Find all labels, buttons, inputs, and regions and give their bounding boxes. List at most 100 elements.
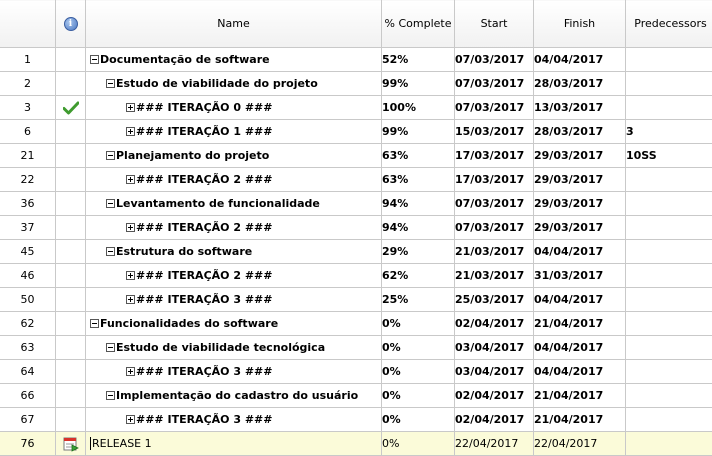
task-id[interactable]: 2: [0, 72, 56, 96]
task-row[interactable]: 67### ITERAÇÃO 3 ###0%02/04/201721/04/20…: [0, 408, 712, 432]
task-finish[interactable]: 21/04/2017: [534, 312, 626, 336]
collapse-icon[interactable]: [106, 199, 115, 208]
task-id[interactable]: 62: [0, 312, 56, 336]
task-name-cell[interactable]: Estudo de viabilidade do projeto: [86, 72, 382, 96]
task-start[interactable]: 03/04/2017: [455, 360, 534, 384]
collapse-icon[interactable]: [106, 151, 115, 160]
task-name-cell[interactable]: Estudo de viabilidade tecnológica: [86, 336, 382, 360]
task-finish[interactable]: 04/04/2017: [534, 48, 626, 72]
task-predecessors[interactable]: [626, 312, 712, 336]
task-start[interactable]: 15/03/2017: [455, 120, 534, 144]
task-complete[interactable]: 0%: [382, 432, 455, 456]
task-predecessors[interactable]: 10SS: [626, 144, 712, 168]
task-id[interactable]: 50: [0, 288, 56, 312]
task-start[interactable]: 03/04/2017: [455, 336, 534, 360]
task-row[interactable]: 62Funcionalidades do software0%02/04/201…: [0, 312, 712, 336]
task-row[interactable]: 21Planejamento do projeto63%17/03/201729…: [0, 144, 712, 168]
task-row[interactable]: 63 Estudo de viabilidade tecnológica0%03/…: [0, 336, 712, 360]
task-finish[interactable]: 29/03/2017: [534, 144, 626, 168]
collapse-icon[interactable]: [106, 391, 115, 400]
task-id[interactable]: 66: [0, 384, 56, 408]
task-row[interactable]: 76RELEASE 10%22/04/201722/04/2017: [0, 432, 712, 456]
collapse-icon[interactable]: [106, 247, 115, 256]
task-finish[interactable]: 21/04/2017: [534, 408, 626, 432]
task-row[interactable]: 36Levantamento de funcionalidade94%07/03…: [0, 192, 712, 216]
collapse-icon[interactable]: [106, 79, 115, 88]
task-predecessors[interactable]: [626, 288, 712, 312]
task-name-cell[interactable]: Implementação do cadastro do usuário: [86, 384, 382, 408]
task-row[interactable]: 2Estudo de viabilidade do projeto99%07/0…: [0, 72, 712, 96]
task-predecessors[interactable]: [626, 264, 712, 288]
task-predecessors[interactable]: [626, 72, 712, 96]
task-start[interactable]: 02/04/2017: [455, 312, 534, 336]
task-start[interactable]: 07/03/2017: [455, 72, 534, 96]
task-row[interactable]: 66 Implementação do cadastro do usuário0%…: [0, 384, 712, 408]
task-finish[interactable]: 21/04/2017: [534, 384, 626, 408]
task-start[interactable]: 21/03/2017: [455, 240, 534, 264]
task-name-cell[interactable]: ### ITERAÇÃO 3 ###: [86, 408, 382, 432]
task-complete[interactable]: 0%: [382, 336, 455, 360]
task-row[interactable]: 46### ITERAÇÃO 2 ###62%21/03/201731/03/2…: [0, 264, 712, 288]
task-start[interactable]: 17/03/2017: [455, 144, 534, 168]
task-name-cell[interactable]: ### ITERAÇÃO 3 ###: [86, 288, 382, 312]
task-complete[interactable]: 99%: [382, 120, 455, 144]
collapse-icon[interactable]: [90, 55, 99, 64]
task-complete[interactable]: 100%: [382, 96, 455, 120]
task-start[interactable]: 22/04/2017: [455, 432, 534, 456]
task-predecessors[interactable]: [626, 216, 712, 240]
task-name-cell[interactable]: ### ITERAÇÃO 1 ###: [86, 120, 382, 144]
collapse-icon[interactable]: [106, 343, 115, 352]
task-predecessors[interactable]: [626, 360, 712, 384]
task-predecessors[interactable]: [626, 336, 712, 360]
header-predecessors[interactable]: Predecessors: [626, 0, 712, 48]
task-name-cell[interactable]: ### ITERAÇÃO 0 ###: [86, 96, 382, 120]
task-predecessors[interactable]: [626, 192, 712, 216]
task-row[interactable]: 50### ITERAÇÃO 3 ###25%25/03/201704/04/2…: [0, 288, 712, 312]
task-start[interactable]: 02/04/2017: [455, 408, 534, 432]
task-start[interactable]: 25/03/2017: [455, 288, 534, 312]
expand-icon[interactable]: [126, 127, 135, 136]
task-complete[interactable]: 52%: [382, 48, 455, 72]
expand-icon[interactable]: [126, 103, 135, 112]
header-id[interactable]: [0, 0, 56, 48]
task-name-cell[interactable]: ### ITERAÇÃO 2 ###: [86, 168, 382, 192]
expand-icon[interactable]: [126, 175, 135, 184]
expand-icon[interactable]: [126, 271, 135, 280]
task-finish[interactable]: 04/04/2017: [534, 360, 626, 384]
task-name-cell[interactable]: RELEASE 1: [86, 432, 382, 456]
task-finish[interactable]: 22/04/2017: [534, 432, 626, 456]
task-id[interactable]: 63: [0, 336, 56, 360]
task-predecessors[interactable]: [626, 168, 712, 192]
task-start[interactable]: 07/03/2017: [455, 192, 534, 216]
task-name-cell[interactable]: Levantamento de funcionalidade: [86, 192, 382, 216]
header-finish[interactable]: Finish: [534, 0, 626, 48]
task-id[interactable]: 64: [0, 360, 56, 384]
task-finish[interactable]: 04/04/2017: [534, 240, 626, 264]
expand-icon[interactable]: [126, 415, 135, 424]
task-start[interactable]: 17/03/2017: [455, 168, 534, 192]
task-complete[interactable]: 62%: [382, 264, 455, 288]
task-complete[interactable]: 0%: [382, 384, 455, 408]
task-finish[interactable]: 28/03/2017: [534, 120, 626, 144]
task-row[interactable]: 3### ITERAÇÃO 0 ###100%07/03/201713/03/2…: [0, 96, 712, 120]
task-predecessors[interactable]: [626, 240, 712, 264]
task-name-cell[interactable]: ### ITERAÇÃO 2 ###: [86, 264, 382, 288]
task-predecessors[interactable]: [626, 48, 712, 72]
task-complete[interactable]: 63%: [382, 168, 455, 192]
task-id[interactable]: 21: [0, 144, 56, 168]
task-finish[interactable]: 29/03/2017: [534, 216, 626, 240]
task-id[interactable]: 36: [0, 192, 56, 216]
task-row[interactable]: 1Documentação de software52%07/03/201704…: [0, 48, 712, 72]
task-finish[interactable]: 29/03/2017: [534, 168, 626, 192]
task-complete[interactable]: 29%: [382, 240, 455, 264]
task-id[interactable]: 76: [0, 432, 56, 456]
task-row[interactable]: 22### ITERAÇÃO 2 ###63%17/03/201729/03/2…: [0, 168, 712, 192]
header-indicators[interactable]: i: [56, 0, 86, 48]
task-name-cell[interactable]: Funcionalidades do software: [86, 312, 382, 336]
task-finish[interactable]: 29/03/2017: [534, 192, 626, 216]
task-start[interactable]: 21/03/2017: [455, 264, 534, 288]
task-predecessors[interactable]: 3: [626, 120, 712, 144]
task-id[interactable]: 67: [0, 408, 56, 432]
header-name[interactable]: Name: [86, 0, 382, 48]
task-predecessors[interactable]: [626, 96, 712, 120]
